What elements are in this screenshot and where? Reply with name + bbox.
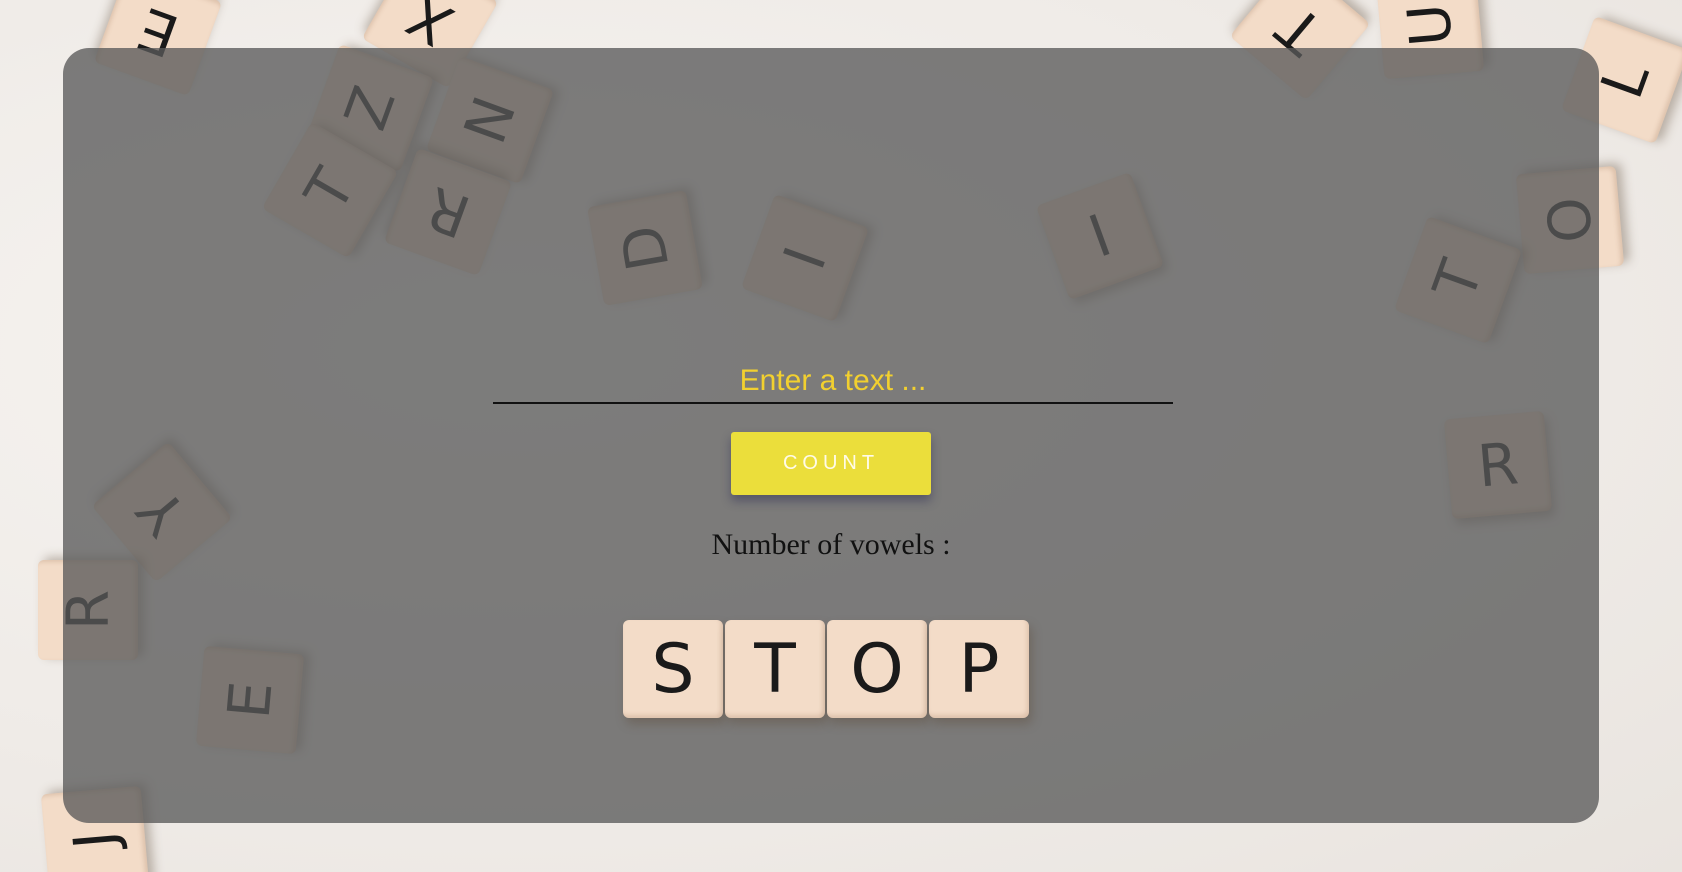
vowel-count-result: Number of vowels : bbox=[711, 528, 951, 561]
form-area: COUNT Number of vowels : bbox=[63, 48, 1599, 823]
main-panel: S T O P COUNT Number of vowels : bbox=[63, 48, 1599, 823]
count-button[interactable]: COUNT bbox=[731, 432, 931, 495]
text-input[interactable] bbox=[493, 360, 1173, 404]
